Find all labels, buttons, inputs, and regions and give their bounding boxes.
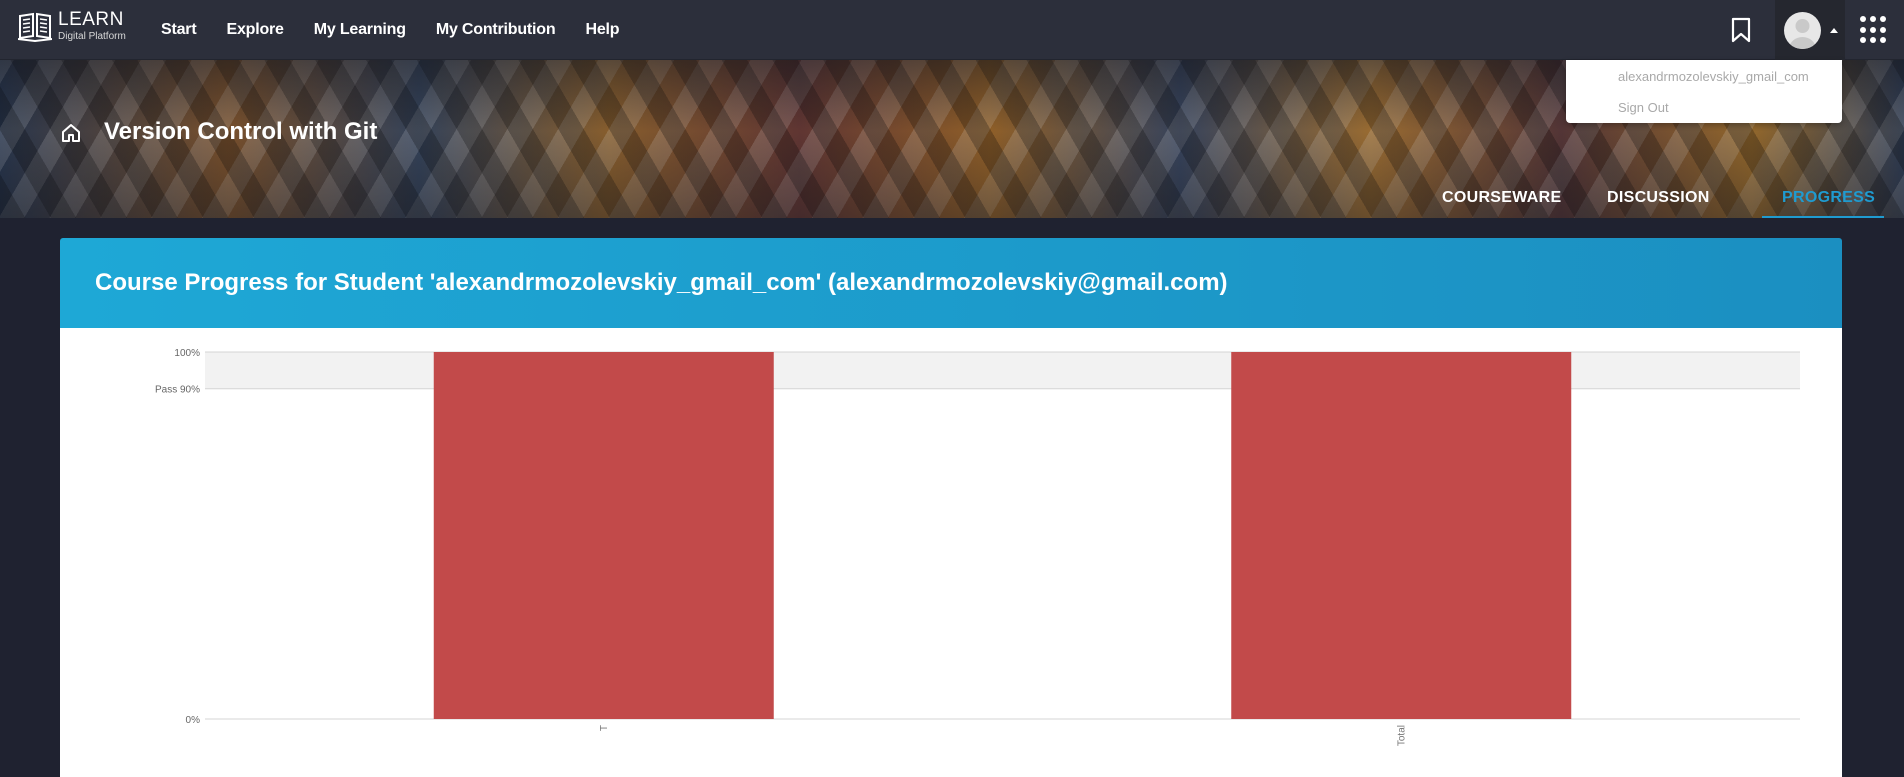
- sign-out-link[interactable]: Sign Out: [1618, 100, 1669, 115]
- tab-courseware[interactable]: COURSEWARE: [1442, 178, 1561, 218]
- y-tick-label: 0%: [186, 715, 201, 726]
- nav-my-learning[interactable]: My Learning: [314, 21, 406, 39]
- caret-up-icon: [1830, 28, 1838, 33]
- home-icon[interactable]: [60, 122, 82, 144]
- logo-subtitle: Digital Platform: [58, 31, 126, 42]
- progress-chart: 100% Pass 90% 0% T Total: [155, 348, 1800, 746]
- top-navbar: LEARN Digital Platform Start Explore My …: [0, 0, 1904, 60]
- user-menu-toggle[interactable]: [1775, 0, 1845, 60]
- user-silhouette-icon: [1789, 19, 1816, 49]
- user-dropdown: alexandrmozolevskiy_gmail_com Sign Out: [1566, 60, 1842, 123]
- logo[interactable]: LEARN Digital Platform: [18, 10, 126, 44]
- course-title: Version Control with Git: [104, 118, 378, 145]
- nav-help[interactable]: Help: [585, 21, 619, 39]
- apps-grid-icon[interactable]: [1860, 16, 1888, 44]
- nav-start[interactable]: Start: [161, 21, 197, 39]
- y-tick-label: Pass 90%: [155, 385, 200, 396]
- bar-t[interactable]: [433, 352, 774, 719]
- main-nav: Start Explore My Learning My Contributio…: [161, 0, 649, 60]
- bar-total[interactable]: [1231, 352, 1572, 719]
- progress-heading: Course Progress for Student 'alexandrmoz…: [95, 269, 1228, 296]
- avatar[interactable]: [1784, 12, 1821, 49]
- tab-progress[interactable]: PROGRESS: [1762, 178, 1884, 218]
- y-tick-label: 100%: [174, 348, 200, 359]
- bookmark-icon[interactable]: [1730, 17, 1752, 43]
- x-tick-label: T: [599, 725, 610, 731]
- nav-explore[interactable]: Explore: [226, 21, 283, 39]
- tab-discussion[interactable]: DISCUSSION: [1607, 178, 1710, 218]
- dropdown-username[interactable]: alexandrmozolevskiy_gmail_com: [1618, 69, 1809, 84]
- x-tick-label: Total: [1396, 725, 1407, 746]
- nav-my-contribution[interactable]: My Contribution: [436, 21, 556, 39]
- progress-chart-panel: 100% Pass 90% 0% T Total: [60, 328, 1842, 777]
- logo-title: LEARN: [58, 9, 124, 30]
- progress-card-header: Course Progress for Student 'alexandrmoz…: [60, 238, 1842, 328]
- open-book-icon: [18, 12, 52, 42]
